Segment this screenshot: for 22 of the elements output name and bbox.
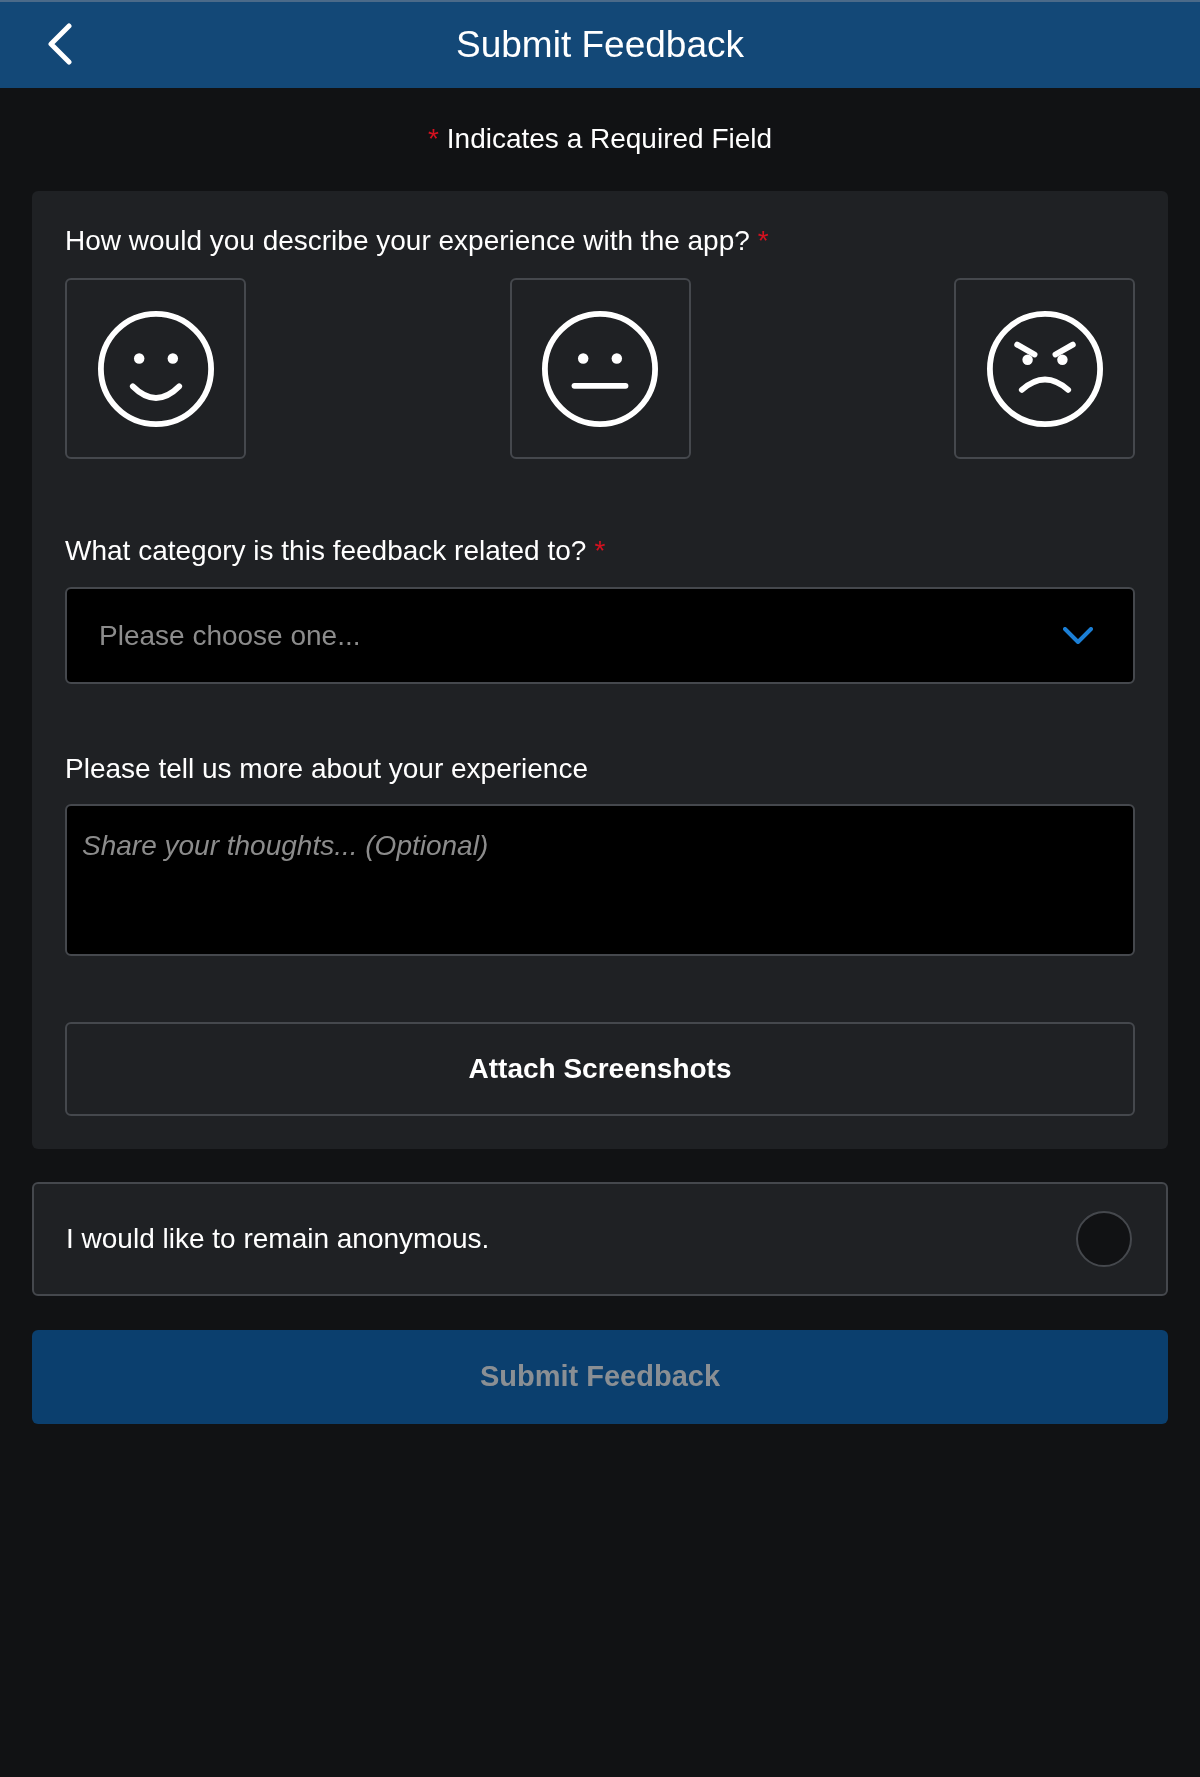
feedback-text-area[interactable]: Share your thoughts... (Optional) (65, 804, 1135, 956)
required-asterisk: * (427, 122, 439, 156)
anonymous-radio[interactable] (1076, 1211, 1132, 1267)
question-label: Please tell us more about your experience (65, 752, 588, 786)
attach-screenshots-button[interactable]: Attach Screenshots (65, 1022, 1135, 1116)
question-label: What category is this feedback related to? (65, 534, 587, 568)
anonymous-option-row[interactable]: I would like to remain anonymous. (32, 1182, 1168, 1296)
back-chevron-icon (47, 23, 73, 65)
category-dropdown[interactable]: Please choose one... (65, 587, 1135, 684)
smiling-face-icon (97, 310, 214, 427)
neutral-face-icon (542, 310, 658, 427)
required-asterisk: * (594, 534, 606, 568)
rating-option-button[interactable] (65, 278, 246, 459)
anonymous-label: I would like to remain anonymous. (66, 1222, 490, 1256)
rating-option-button[interactable] (509, 278, 691, 459)
required-field-note: Indicates a Required Field (446, 122, 773, 156)
angry-face-icon (986, 310, 1103, 427)
rating-option-button[interactable] (954, 278, 1135, 459)
chevron-down-icon (1063, 627, 1093, 644)
question-label: How would you describe your experience with the app? (65, 224, 750, 258)
required-asterisk: * (757, 224, 769, 258)
page-title: Submit Feedback (456, 23, 744, 67)
